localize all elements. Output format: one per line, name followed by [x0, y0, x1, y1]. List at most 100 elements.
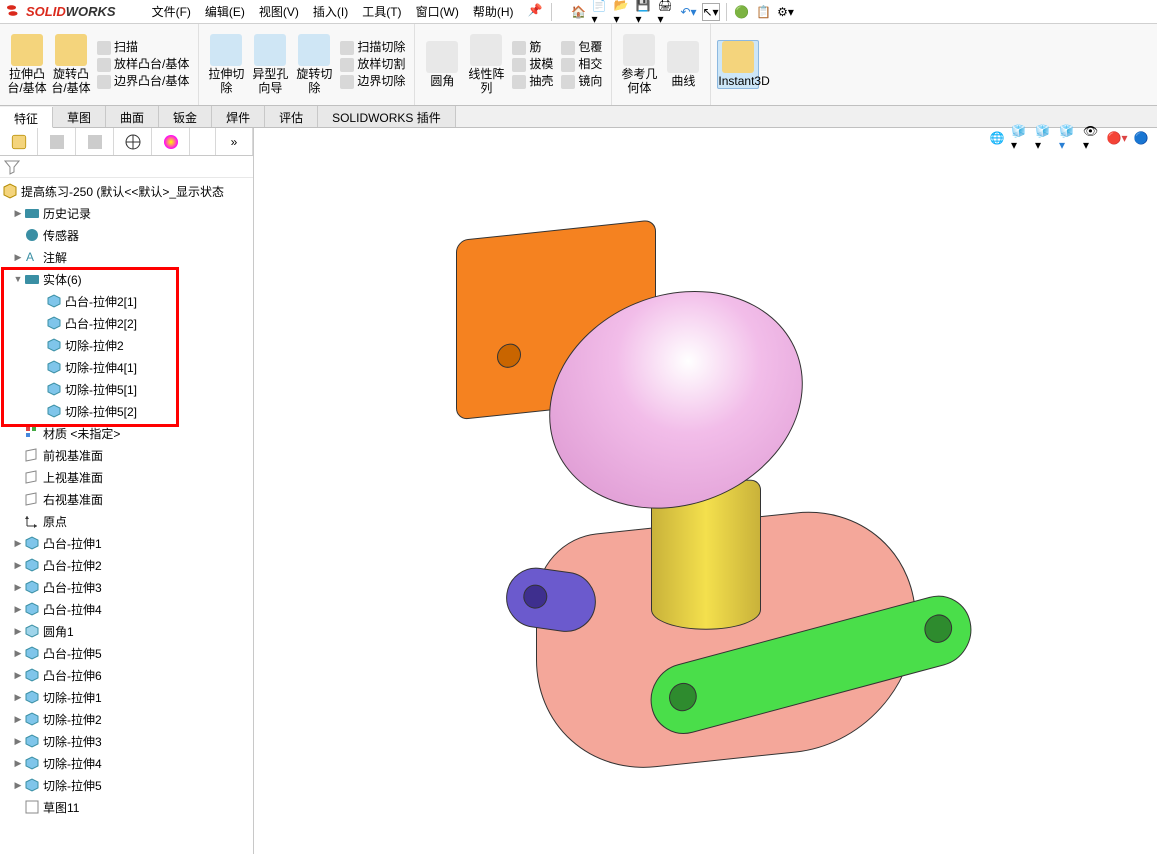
home-icon[interactable]: 🏠 — [570, 3, 588, 21]
tab-sw-addins[interactable]: SOLIDWORKS 插件 — [318, 106, 456, 127]
configuration-manager-tab-icon[interactable] — [76, 128, 114, 155]
tab-features[interactable]: 特征 — [0, 107, 53, 128]
tree-body-item[interactable]: 切除-拉伸2 — [0, 334, 253, 356]
new-icon[interactable]: 📄▾ — [592, 3, 610, 21]
tree-top-plane[interactable]: 上视基准面 — [0, 466, 253, 488]
display-style-icon[interactable]: 🧊▾ — [1011, 128, 1031, 148]
expander-icon[interactable]: ▶ — [12, 648, 24, 659]
select-icon[interactable]: ↖▾ — [702, 3, 720, 21]
intersect-button[interactable]: 相交 — [558, 57, 605, 73]
tree-right-plane[interactable]: 右视基准面 — [0, 488, 253, 510]
dimxpert-manager-tab-icon[interactable] — [114, 128, 152, 155]
tree-origin[interactable]: 原点 — [0, 510, 253, 532]
appearances-scene-icon[interactable]: 🔵 — [1131, 128, 1151, 148]
tree-history[interactable]: ▶ 历史记录 — [0, 202, 253, 224]
menu-help[interactable]: 帮助(H) — [467, 1, 520, 22]
graphics-viewport[interactable]: 🌐 🧊▾ 🧊▾ 🧊▾ 👁▾ 🔴▾ 🔵 — [254, 128, 1157, 854]
expander-icon[interactable]: ▶ — [12, 714, 24, 725]
display-manager-tab-icon[interactable] — [152, 128, 190, 155]
menu-pin-icon[interactable]: 📌 — [522, 1, 549, 22]
tab-surfaces[interactable]: 曲面 — [106, 106, 159, 127]
tab-sketch[interactable]: 草图 — [53, 106, 106, 127]
rib-button[interactable]: 筋 — [509, 40, 556, 56]
boundary-cut-button[interactable]: 边界切除 — [337, 74, 408, 90]
revolve-boss-button[interactable]: 旋转凸台/基体 — [50, 34, 92, 94]
options-list-icon[interactable]: 📋 — [755, 3, 773, 21]
save-icon[interactable]: 💾▾ — [636, 3, 654, 21]
expander-icon[interactable]: ▶ — [12, 692, 24, 703]
extrude-cut-button[interactable]: 拉伸切除 — [205, 34, 247, 94]
curves-button[interactable]: 曲线 — [662, 41, 704, 88]
tree-body-item[interactable]: 切除-拉伸4[1] — [0, 356, 253, 378]
menu-edit[interactable]: 编辑(E) — [199, 1, 251, 22]
tree-feature-item[interactable]: ▶切除-拉伸4 — [0, 752, 253, 774]
view-settings-icon[interactable]: 👁▾ — [1083, 128, 1103, 148]
tree-feature-item[interactable]: 草图11 — [0, 796, 253, 818]
swept-boss-button[interactable]: 扫描 — [94, 40, 192, 56]
tree-feature-item[interactable]: ▶凸台-拉伸3 — [0, 576, 253, 598]
tree-sensors[interactable]: 传感器 — [0, 224, 253, 246]
menu-view[interactable]: 视图(V) — [253, 1, 305, 22]
expander-icon[interactable]: ▶ — [12, 560, 24, 571]
menu-insert[interactable]: 插入(I) — [307, 1, 354, 22]
print-icon[interactable]: 🖨▾ — [658, 3, 676, 21]
fillet-button[interactable]: 圆角 — [421, 41, 463, 88]
draft-button[interactable]: 拔模 — [509, 57, 556, 73]
expander-icon[interactable]: ▶ — [12, 208, 24, 219]
linear-pattern-button[interactable]: 线性阵列 — [465, 34, 507, 94]
expander-icon[interactable]: ▶ — [12, 582, 24, 593]
open-icon[interactable]: 📂▾ — [614, 3, 632, 21]
instant3d-button[interactable]: Instant3D — [717, 40, 759, 89]
tab-evaluate[interactable]: 评估 — [265, 106, 318, 127]
panel-expand-icon[interactable]: » — [215, 128, 253, 155]
mirror-button[interactable]: 镜向 — [558, 74, 605, 90]
tree-body-item[interactable]: 凸台-拉伸2[1] — [0, 290, 253, 312]
tree-feature-item[interactable]: ▶切除-拉伸3 — [0, 730, 253, 752]
appearance-icon[interactable]: 🔴▾ — [1107, 128, 1127, 148]
loft-cut-button[interactable]: 放样切割 — [337, 57, 408, 73]
hole-wizard-button[interactable]: 异型孔向导 — [249, 34, 291, 94]
wrap-button[interactable]: 包覆 — [558, 40, 605, 56]
tree-solid-bodies[interactable]: ▼ 实体(6) — [0, 268, 253, 290]
tree-feature-item[interactable]: ▶凸台-拉伸5 — [0, 642, 253, 664]
expander-icon[interactable]: ▶ — [12, 758, 24, 769]
swept-cut-button[interactable]: 扫描切除 — [337, 40, 408, 56]
extrude-boss-button[interactable]: 拉伸凸台/基体 — [6, 34, 48, 94]
feature-manager-tab-icon[interactable] — [0, 128, 38, 155]
property-manager-tab-icon[interactable] — [38, 128, 76, 155]
boundary-boss-button[interactable]: 边界凸台/基体 — [94, 74, 192, 90]
undo-icon[interactable]: ↶▾ — [680, 3, 698, 21]
tree-feature-item[interactable]: ▶凸台-拉伸4 — [0, 598, 253, 620]
expander-icon[interactable]: ▶ — [12, 780, 24, 791]
ref-geometry-button[interactable]: 参考几何体 — [618, 34, 660, 94]
menu-file[interactable]: 文件(F) — [146, 1, 197, 22]
tree-body-item[interactable]: 凸台-拉伸2[2] — [0, 312, 253, 334]
filter-funnel-icon[interactable] — [4, 159, 20, 175]
tree-front-plane[interactable]: 前视基准面 — [0, 444, 253, 466]
expander-icon[interactable]: ▶ — [12, 538, 24, 549]
tree-feature-item[interactable]: ▶圆角1 — [0, 620, 253, 642]
scene-icon[interactable]: 🧊▾ — [1059, 128, 1079, 148]
expander-icon[interactable]: ▶ — [12, 670, 24, 681]
tree-feature-item[interactable]: ▶切除-拉伸5 — [0, 774, 253, 796]
expander-icon[interactable]: ▶ — [12, 736, 24, 747]
tree-feature-item[interactable]: ▶切除-拉伸1 — [0, 686, 253, 708]
tree-root-part[interactable]: 提高练习-250 (默认<<默认>_显示状态 — [0, 180, 253, 202]
tab-weldments[interactable]: 焊件 — [212, 106, 265, 127]
expander-icon[interactable]: ▶ — [12, 626, 24, 637]
tree-feature-item[interactable]: ▶凸台-拉伸2 — [0, 554, 253, 576]
shell-button[interactable]: 抽壳 — [509, 74, 556, 90]
tree-feature-item[interactable]: ▶凸台-拉伸1 — [0, 532, 253, 554]
tree-feature-item[interactable]: ▶切除-拉伸2 — [0, 708, 253, 730]
expander-icon[interactable]: ▶ — [12, 604, 24, 615]
tree-body-item[interactable]: 切除-拉伸5[1] — [0, 378, 253, 400]
tree-feature-item[interactable]: ▶凸台-拉伸6 — [0, 664, 253, 686]
view-orientation-icon[interactable]: 🌐 — [987, 128, 1007, 148]
tab-sheetmetal[interactable]: 钣金 — [159, 106, 212, 127]
tree-annotations[interactable]: ▶ A 注解 — [0, 246, 253, 268]
menu-tools[interactable]: 工具(T) — [356, 1, 407, 22]
rebuild-icon[interactable]: 🟢 — [733, 3, 751, 21]
tree-body-item[interactable]: 切除-拉伸5[2] — [0, 400, 253, 422]
expander-icon[interactable]: ▼ — [12, 274, 24, 284]
revolve-cut-button[interactable]: 旋转切除 — [293, 34, 335, 94]
